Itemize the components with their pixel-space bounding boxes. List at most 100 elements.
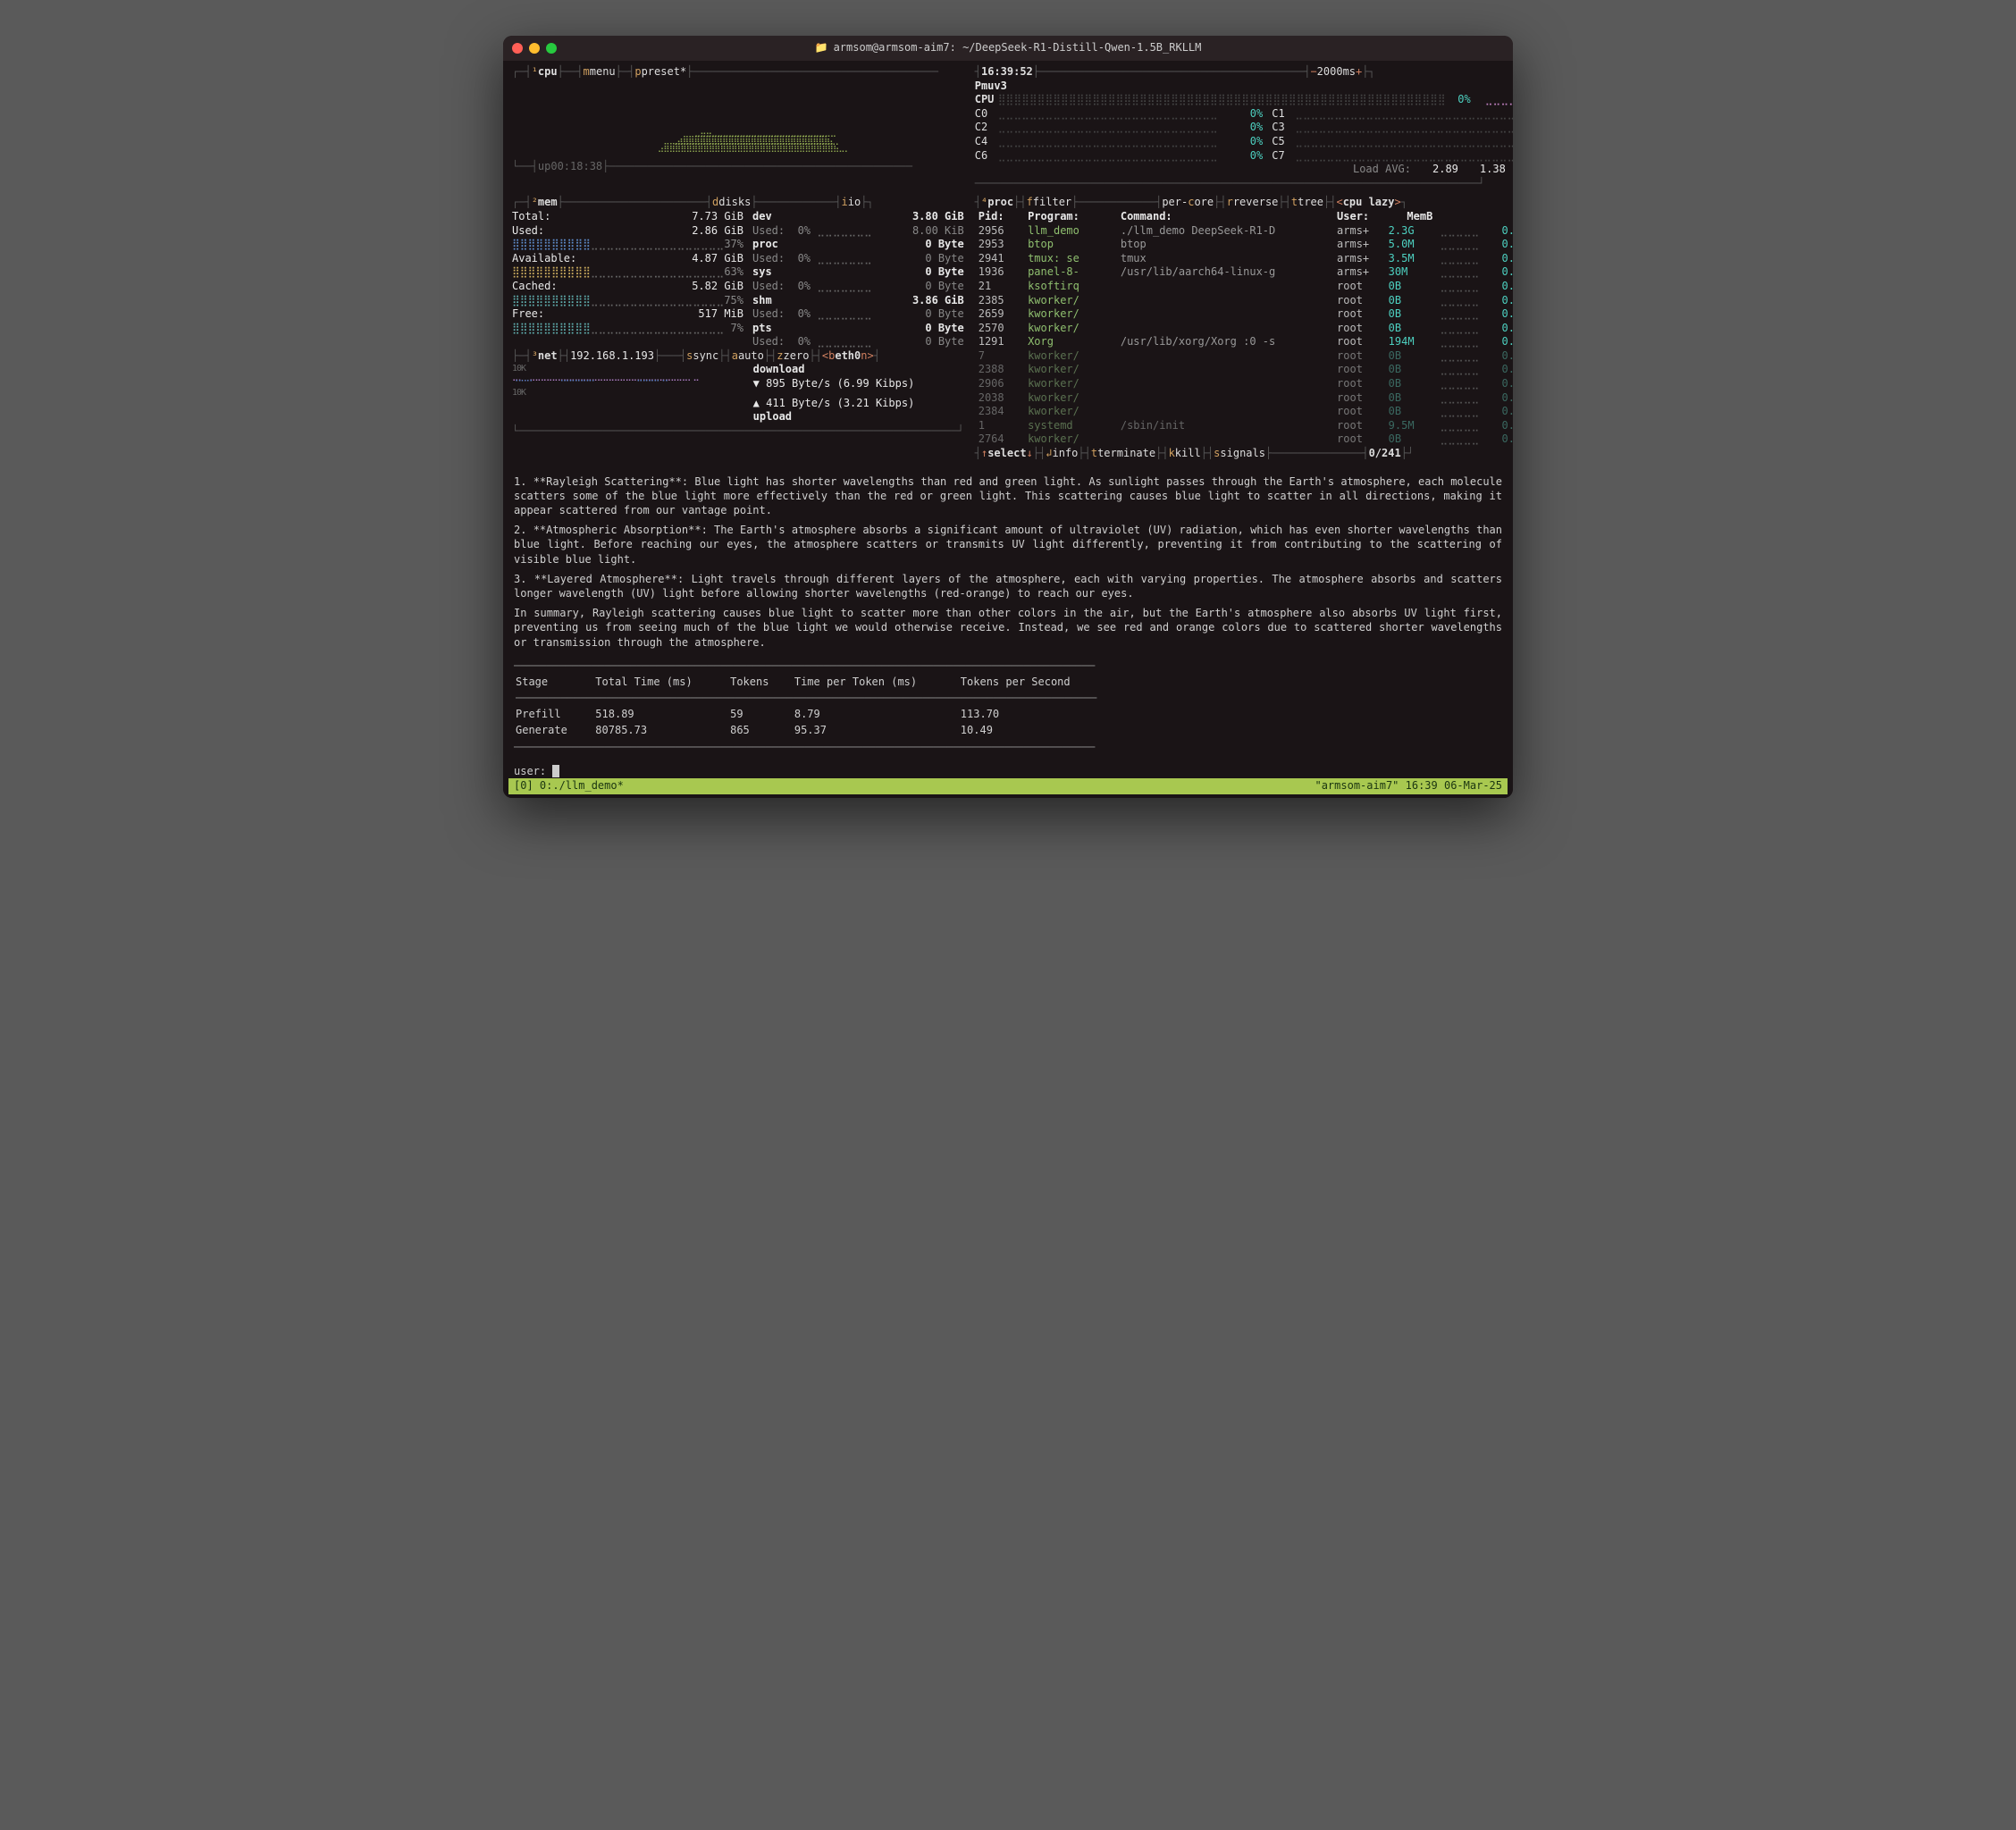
terminate-action[interactable]: terminate (1097, 447, 1155, 461)
cpu-cores-grid: C0⣀⣀⣀⣀⣀⣀⣀⣀⣀⣀⣀⣀⣀⣀⣀⣀⣀⣀⣀⣀⣀⣀⣀⣀⣀⣀⣀⣀0% C1⣀⣀⣀⣀⣀⣀… (975, 107, 1513, 163)
mem-bar: ⣿⣿⣿⣿⣿⣿⣿⣿⣿⣿⣀⣀⣀⣀⣀⣀⣀⣀⣀⣀⣀⣀⣀⣀⣀⣀⣀7% (512, 322, 743, 336)
preset-button[interactable]: preset (642, 65, 680, 80)
cpu-core-row: C0⣀⣀⣀⣀⣀⣀⣀⣀⣀⣀⣀⣀⣀⣀⣀⣀⣀⣀⣀⣀⣀⣀⣀⣀⣀⣀⣀⣀0% (975, 107, 1263, 122)
col-pid[interactable]: Pid: (975, 210, 1024, 224)
reverse-toggle[interactable]: reverse (1233, 196, 1279, 210)
process-row[interactable]: 2385 kworker/ root 0B ⣀⣀⣀⣀⣀ 0.0 (975, 294, 1513, 308)
uptime-label: up (538, 160, 550, 174)
process-row[interactable]: 7 kworker/ root 0B ⣀⣀⣀⣀⣀ 0.0 (975, 349, 1513, 364)
net-stats: download ▼ 895 Byte/s (6.99 Kibps) ▲ 411… (753, 363, 964, 424)
proc-filter[interactable]: filter (1033, 196, 1071, 210)
disk-used-row: Used: 0% ⣀⣀⣀⣀⣀⣀⣀0 Byte (752, 252, 964, 266)
output-paragraph-4: In summary, Rayleigh scattering causes b… (514, 606, 1502, 650)
llm-output: 1. **Rayleigh Scattering**: Blue light h… (508, 462, 1508, 754)
interval-minus[interactable]: − (1310, 65, 1316, 80)
disks-tab[interactable]: disks (718, 196, 751, 210)
mem-bar: ⣿⣿⣿⣿⣿⣿⣿⣿⣿⣿⣀⣀⣀⣀⣀⣀⣀⣀⣀⣀⣀⣀⣀⣀⣀⣀⣀37% (512, 238, 743, 252)
percore-toggle[interactable]: per-core (1162, 196, 1214, 210)
signals-action[interactable]: signals (1220, 447, 1265, 461)
cpu-chart-panel: ┌─┤¹cpu├──┤mmenu├─┤ppreset *├───────────… (508, 64, 968, 191)
proc-panel: ┤⁴proc├┤ffilter├────────────┤per-core├┤r… (971, 195, 1513, 461)
cpu-core-row: C4⣀⣀⣀⣀⣀⣀⣀⣀⣀⣀⣀⣀⣀⣀⣀⣀⣀⣀⣀⣀⣀⣀⣀⣀⣀⣀⣀⣀0% (975, 135, 1263, 149)
menu-button[interactable]: menu (590, 65, 616, 80)
mem-bar: ⣿⣿⣿⣿⣿⣿⣿⣿⣿⣿⣀⣀⣀⣀⣀⣀⣀⣀⣀⣀⣀⣀⣀⣀⣀⣀⣀63% (512, 265, 743, 280)
sort-mode[interactable]: cpu lazy (1343, 196, 1395, 210)
cpu-core-row: C3⣀⣀⣀⣀⣀⣀⣀⣀⣀⣀⣀⣀⣀⣀⣀⣀⣀⣀⣀⣀⣀⣀⣀⣀⣀⣀⣀⣀1% (1272, 121, 1513, 135)
terminal-content[interactable]: ┌─┤¹cpu├──┤mmenu├─┤ppreset *├───────────… (503, 61, 1513, 798)
download-label: download (753, 363, 964, 377)
kill-action[interactable]: kill (1175, 447, 1201, 461)
output-paragraph-3: 3. **Layered Atmosphere**: Light travels… (514, 572, 1502, 600)
terminal-window: 📁 armsom@armsom-aim7: ~/DeepSeek-R1-Dist… (503, 36, 1513, 798)
prompt-label: user: (514, 765, 546, 777)
process-row[interactable]: 2659 kworker/ root 0B ⣀⣀⣀⣀⣀ 0.0 (975, 307, 1513, 322)
io-toggle[interactable]: io (848, 196, 861, 210)
uptime-value: 00:18:38 (550, 160, 602, 174)
maximize-button[interactable] (546, 43, 557, 54)
process-table[interactable]: Pid: Program: Command: User: MemB Cpu% ↑… (975, 210, 1513, 447)
process-row[interactable]: 2038 kworker/ root 0B ⣀⣀⣀⣀⣀ 0.0 (975, 391, 1513, 406)
process-row[interactable]: 2570 kworker/ root 0B ⣀⣀⣀⣀⣀ 0.0 (975, 322, 1513, 336)
net-auto[interactable]: auto (738, 349, 764, 364)
mem-row: Total:7.73 GiB (512, 210, 743, 224)
upload-label: upload (753, 410, 964, 424)
process-row[interactable]: 2956 llm_demo ./llm_demo DeepSeek-R1-D a… (975, 224, 1513, 239)
traffic-lights (512, 43, 557, 54)
col-mem[interactable]: MemB (1385, 210, 1437, 224)
tree-toggle[interactable]: tree (1298, 196, 1323, 210)
process-row[interactable]: 1936 panel-8- /usr/lib/aarch64-linux-g a… (975, 265, 1513, 280)
process-row[interactable]: 2941 tmux: se tmux arms+ 3.5M ⣀⣀⣀⣀⣀ 0.0 (975, 252, 1513, 266)
net-iface-prev[interactable]: <b (822, 349, 835, 364)
load-5: 1.38 (1480, 163, 1506, 177)
process-row[interactable]: 2388 kworker/ root 0B ⣀⣀⣀⣀⣀ 0.0 (975, 363, 1513, 377)
titlebar[interactable]: 📁 armsom@armsom-aim7: ~/DeepSeek-R1-Dist… (503, 36, 1513, 61)
disk-used-row: Used: 0% ⣀⣀⣀⣀⣀⣀⣀0 Byte (752, 280, 964, 294)
process-row[interactable]: 1 systemd /sbin/init root 9.5M ⣀⣀⣀⣀⣀ 0.0 (975, 419, 1513, 433)
process-row[interactable]: 21 ksoftirq root 0B ⣀⣀⣀⣀⣀ 0.0 (975, 280, 1513, 294)
disk-row: sys0 Byte (752, 265, 964, 280)
col-user[interactable]: User: (1333, 210, 1385, 224)
prompt-line[interactable]: user: (508, 763, 1508, 779)
process-row[interactable]: 1291 Xorg /usr/lib/xorg/Xorg :0 -s root … (975, 335, 1513, 349)
perf-table: ────────────────────────────────────────… (514, 659, 1502, 754)
sort-prev[interactable]: < (1336, 196, 1342, 210)
load-1: 2.89 (1432, 163, 1458, 177)
net-sync[interactable]: sync (693, 349, 718, 364)
close-button[interactable] (512, 43, 523, 54)
process-row[interactable]: 2384 kworker/ root 0B ⣀⣀⣀⣀⣀ 0.0 (975, 405, 1513, 419)
col-command[interactable]: Command: (1117, 210, 1333, 224)
cpu-core-row: C1⣀⣀⣀⣀⣀⣀⣀⣀⣀⣀⣀⣀⣀⣀⣀⣀⣀⣀⣀⣀⣀⣀⣀⣀⣀⣀⣀⣀1% (1272, 107, 1513, 122)
cpu-core-row: C7⣀⣀⣀⣀⣀⣀⣀⣀⣀⣀⣀⣀⣀⣀⣀⣀⣀⣀⣀⣀⣀⣀⣀⣀⣀⣀⣀⣀0% (1272, 149, 1513, 164)
cpu-tab[interactable]: cpu (538, 65, 558, 80)
proc-tab[interactable]: proc (987, 196, 1013, 210)
cursor (552, 765, 559, 777)
info-action[interactable]: info (1052, 447, 1078, 461)
process-row[interactable]: 2953 btop btop arms+ 5.0M ⣀⣀⣀⣀⣀ 0.1 (975, 238, 1513, 252)
net-zero[interactable]: zero (784, 349, 810, 364)
process-row[interactable]: 2906 kworker/ root 0B ⣀⣀⣀⣀⣀ 0.0 (975, 377, 1513, 391)
interval-plus[interactable]: + (1356, 65, 1362, 80)
select-hint: select (987, 447, 1026, 461)
cpu-detail-panel: ┤16:39:52├──────────────────────────────… (971, 64, 1513, 191)
mem-row: Used:2.86 GiB (512, 224, 743, 239)
col-program[interactable]: Program: (1024, 210, 1117, 224)
mem-tab[interactable]: mem (538, 196, 558, 210)
tmux-statusbar[interactable]: [0] 0:./llm_demo* "armsom-aim7" 16:39 06… (508, 778, 1508, 794)
update-interval: 2000ms (1317, 65, 1356, 80)
process-row[interactable]: 2764 kworker/ root 0B ⣀⣀⣀⣀⣀ 0.0 ↓ (975, 432, 1513, 447)
title-text: armsom@armsom-aim7: ~/DeepSeek-R1-Distil… (834, 41, 1202, 55)
tmux-right: "armsom-aim7" 16:39 06-Mar-25 (1315, 779, 1502, 793)
tmux-left[interactable]: [0] 0:./llm_demo* (514, 779, 624, 793)
net-iface-next[interactable]: n> (861, 349, 873, 364)
net-scale-bottom: 10K (512, 389, 744, 397)
mem-bar: ⣿⣿⣿⣿⣿⣿⣿⣿⣿⣿⣀⣀⣀⣀⣀⣀⣀⣀⣀⣀⣀⣀⣀⣀⣀⣀⣀75% (512, 294, 743, 308)
sort-next[interactable]: > (1394, 196, 1400, 210)
load-avg-label: Load AVG: (1353, 163, 1411, 177)
preset-star: * (680, 65, 686, 80)
net-ip: 192.168.1.193 (570, 349, 654, 364)
mem-row: Cached:5.82 GiB (512, 280, 743, 294)
disk-row: proc0 Byte (752, 238, 964, 252)
net-tab[interactable]: net (538, 349, 558, 364)
minimize-button[interactable] (529, 43, 540, 54)
disk-row: pts0 Byte (752, 322, 964, 336)
